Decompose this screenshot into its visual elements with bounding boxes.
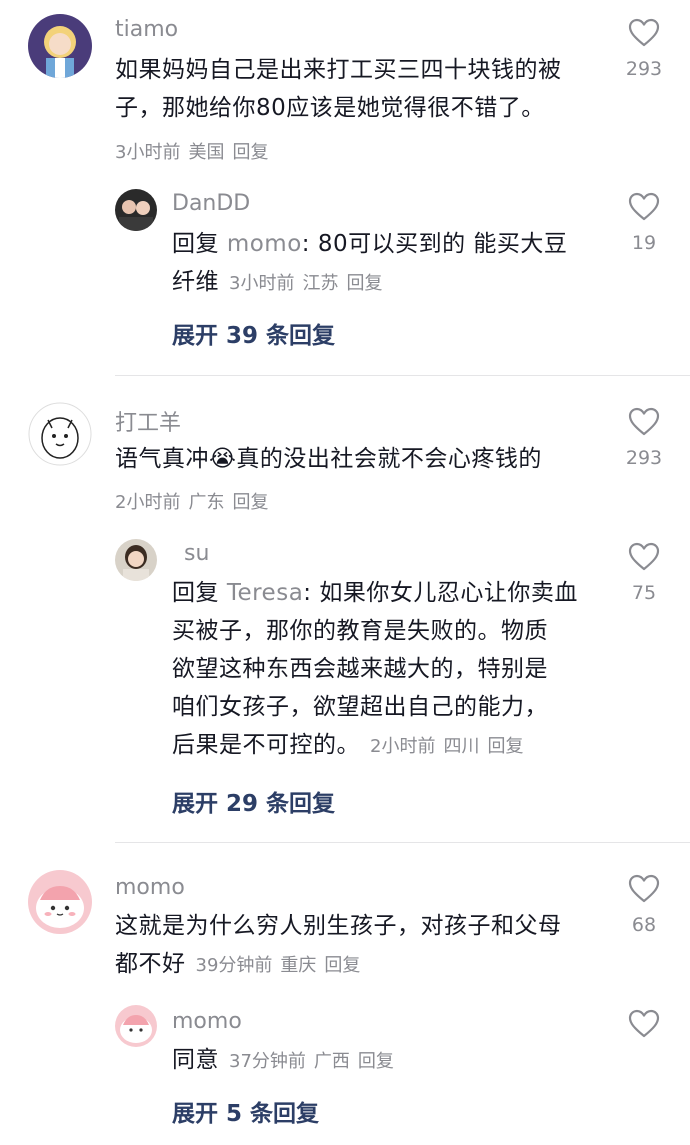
- comment-username[interactable]: tiamo: [115, 17, 178, 42]
- comment-time: 2小时前: [115, 492, 181, 513]
- like-button[interactable]: 293: [614, 18, 674, 80]
- reply-text-line: 纤维: [172, 269, 219, 295]
- comment-meta: 3小时前 美国 回复: [115, 138, 276, 164]
- like-count: 293: [625, 58, 663, 80]
- reply-button[interactable]: 回复: [358, 1051, 394, 1072]
- expand-replies-button[interactable]: 展开 5 条回复: [172, 1094, 319, 1128]
- reply-location: 四川: [443, 736, 480, 757]
- reply-button[interactable]: 回复: [232, 142, 268, 163]
- comment-text-line: 这就是为什么穷人别生孩子，对孩子和父母: [115, 913, 562, 939]
- reply-time: 3小时前: [229, 273, 295, 294]
- comment-text-line: 子，那她给你80应该是她觉得很不错了。: [115, 95, 545, 121]
- like-button[interactable]: 75: [614, 542, 674, 604]
- reply-username[interactable]: DanDD: [172, 191, 250, 216]
- reply-username[interactable]: su: [184, 541, 209, 566]
- avatar[interactable]: [28, 870, 92, 934]
- comment-meta: 2小时前 广东 回复: [115, 488, 276, 514]
- avatar-alpaca-icon: [28, 402, 92, 466]
- reply-time: 37分钟前: [229, 1051, 306, 1072]
- crying-emoji-icon: 😭: [209, 446, 237, 472]
- like-button[interactable]: 68: [614, 874, 674, 936]
- like-button[interactable]: 19: [614, 192, 674, 254]
- avatar-pink-mochi-icon: [115, 1005, 157, 1047]
- avatar[interactable]: [28, 14, 92, 78]
- heart-icon: [628, 1009, 660, 1038]
- heart-icon: [628, 874, 660, 903]
- expand-replies-button[interactable]: 展开 29 条回复: [172, 784, 335, 818]
- heart-icon: [628, 18, 660, 47]
- comment-text-line: 如果妈妈自己是出来打工买三四十块钱的被: [115, 57, 562, 83]
- reply-username[interactable]: momo: [172, 1009, 242, 1034]
- comment-text: 如果妈妈自己是出来打工买三四十块钱的被 子，那她给你80应该是她觉得很不错了。: [115, 51, 562, 127]
- reply-button[interactable]: 回复: [487, 736, 523, 757]
- avatar-photo-icon: [115, 539, 157, 581]
- comment-text: 语气真冲😭真的没出社会就不会心疼钱的: [115, 440, 542, 478]
- reply-text-line: 同意: [172, 1047, 219, 1073]
- avatar-photo-icon: [115, 189, 157, 231]
- reply-text-line: 买被子，那你的教育是失败的。物质: [172, 618, 548, 644]
- avatar[interactable]: [115, 189, 157, 231]
- avatar[interactable]: [115, 1005, 157, 1047]
- avatar-alice-icon: [28, 14, 92, 78]
- comment-text-line: 都不好: [115, 951, 186, 977]
- like-button[interactable]: [614, 1009, 674, 1039]
- comment-location: 美国: [188, 142, 225, 163]
- reply-location: 江苏: [302, 273, 339, 294]
- reply-text: 同意 37分钟前 广西 回复: [172, 1041, 402, 1081]
- comment-text-part: 真的没出社会就不会心疼钱的: [236, 446, 542, 472]
- reply-text-line: 欲望这种东西会越来越大的，特别是: [172, 656, 548, 682]
- heart-icon: [628, 407, 660, 436]
- reply-text-line: : 80可以买到的 能买大豆: [301, 231, 568, 257]
- heart-icon: [628, 192, 660, 221]
- reply-target-username[interactable]: momo: [227, 231, 302, 257]
- comment-username[interactable]: 打工羊: [115, 405, 181, 437]
- like-count: 68: [631, 914, 657, 936]
- reply-meta: 37分钟前 广西 回复: [229, 1051, 402, 1072]
- avatar-pink-mochi-icon: [28, 870, 92, 934]
- heart-icon: [628, 542, 660, 571]
- comment-time: 39分钟前: [195, 955, 273, 976]
- reply-text: 回复 momo: 80可以买到的 能买大豆 纤维 3小时前 江苏 回复: [172, 225, 567, 303]
- expand-replies-button[interactable]: 展开 39 条回复: [172, 316, 335, 350]
- comment-location: 重庆: [280, 955, 317, 976]
- like-count: 19: [631, 232, 657, 254]
- reply-text-line: 后果是不可控的。: [172, 732, 360, 758]
- reply-target-username[interactable]: Teresa: [227, 580, 303, 606]
- reply-meta: 2小时前 四川 回复: [370, 736, 531, 757]
- reply-time: 2小时前: [370, 736, 436, 757]
- reply-prefix: 回复: [172, 580, 219, 606]
- divider: [115, 375, 690, 376]
- reply-text-line: 咱们女孩子，欲望超出自己的能力，: [172, 694, 548, 720]
- comment-location: 广东: [188, 492, 225, 513]
- comment-meta: 39分钟前 重庆 回复: [196, 955, 369, 976]
- reply-meta: 3小时前 江苏 回复: [229, 273, 390, 294]
- comment-text-part: 语气真冲: [115, 446, 209, 472]
- comment-username[interactable]: momo: [115, 875, 185, 900]
- reply-text-line: : 如果你女儿忍心让你卖血: [303, 580, 578, 606]
- comment-text: 这就是为什么穷人别生孩子，对孩子和父母 都不好 39分钟前 重庆 回复: [115, 907, 562, 985]
- like-button[interactable]: 293: [614, 407, 674, 469]
- reply-button[interactable]: 回复: [232, 492, 268, 513]
- reply-text: 回复 Teresa: 如果你女儿忍心让你卖血 买被子，那你的教育是失败的。物质 …: [172, 574, 578, 766]
- avatar[interactable]: [115, 539, 157, 581]
- reply-button[interactable]: 回复: [346, 273, 382, 294]
- reply-location: 广西: [313, 1051, 350, 1072]
- reply-prefix: 回复: [172, 231, 219, 257]
- like-count: 75: [631, 582, 657, 604]
- comment-time: 3小时前: [115, 142, 181, 163]
- divider: [115, 842, 690, 843]
- like-count: 293: [625, 447, 663, 469]
- avatar[interactable]: [28, 402, 92, 466]
- reply-button[interactable]: 回复: [324, 955, 360, 976]
